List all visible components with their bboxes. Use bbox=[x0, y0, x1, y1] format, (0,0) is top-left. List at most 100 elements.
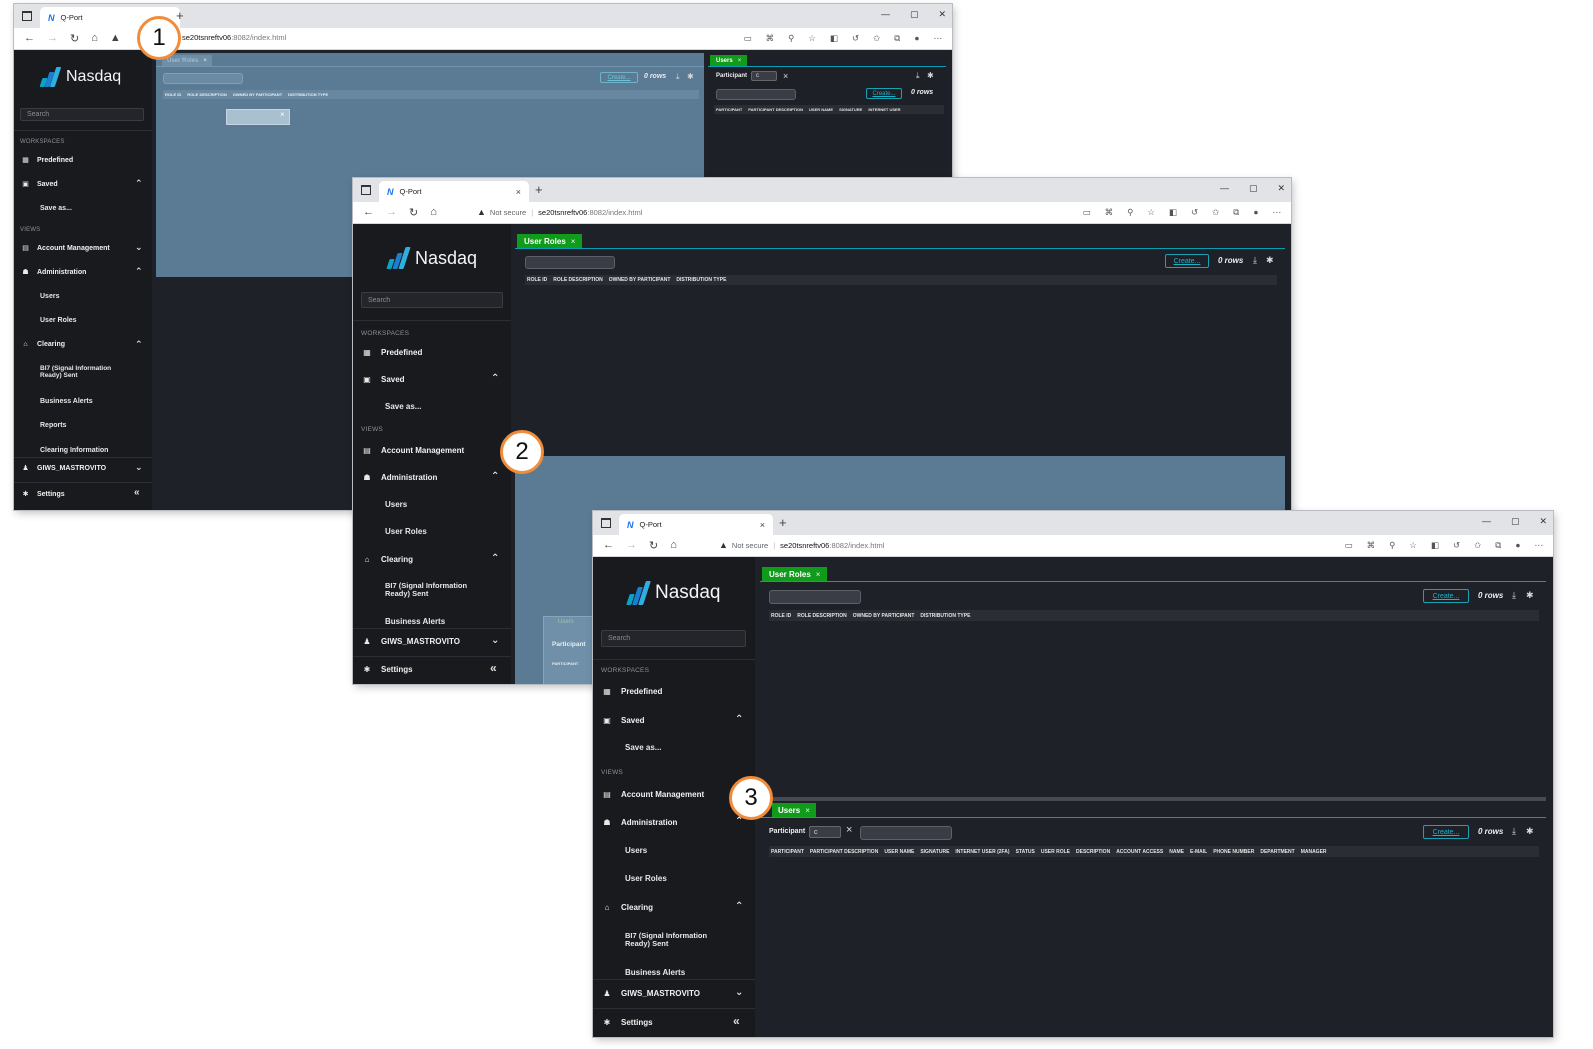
close-window-icon[interactable]: ✕ bbox=[938, 9, 946, 20]
apps-icon[interactable]: ⌘ bbox=[1105, 207, 1114, 218]
sidebar-item-bi7[interactable]: BI7 (Signal Information Ready) Sent bbox=[625, 932, 729, 948]
close-icon[interactable]: × bbox=[571, 237, 576, 246]
key-icon[interactable]: ⚲ bbox=[1127, 207, 1133, 218]
create-button[interactable]: Create... bbox=[1423, 589, 1469, 603]
filter-input[interactable] bbox=[525, 256, 615, 269]
column-header[interactable]: ROLE ID bbox=[165, 92, 181, 97]
sidebar-item-predefined[interactable]: ▦ Predefined bbox=[20, 156, 73, 165]
close-icon[interactable]: × bbox=[805, 806, 810, 815]
column-header[interactable]: DISTRIBUTION TYPE bbox=[676, 277, 726, 283]
maximize-icon[interactable]: ▢ bbox=[1511, 516, 1520, 527]
refresh-ext-icon[interactable]: ↺ bbox=[1191, 207, 1198, 218]
column-header[interactable]: STATUS bbox=[1016, 849, 1035, 855]
extension-icon[interactable]: ◧ bbox=[1169, 207, 1177, 218]
sidebar-item-account-management[interactable]: ▤ Account Management bbox=[20, 244, 110, 253]
home-icon[interactable]: ⌂ bbox=[670, 539, 677, 552]
chevron-down-icon[interactable]: ⌄ bbox=[135, 242, 143, 253]
close-icon[interactable]: × bbox=[203, 58, 207, 64]
sidebar-item-clearing-information[interactable]: Clearing Information bbox=[40, 447, 108, 454]
chevron-up-icon[interactable]: ⌃ bbox=[735, 714, 743, 725]
favorite-icon[interactable]: ☆ bbox=[1409, 540, 1417, 551]
sidebar-item-business-alerts[interactable]: Business Alerts bbox=[40, 398, 93, 405]
forward-icon[interactable]: → bbox=[47, 32, 58, 45]
column-header[interactable]: PARTICIPANT DESCRIPTION bbox=[810, 849, 878, 855]
refresh-ext-icon[interactable]: ↺ bbox=[1453, 540, 1460, 551]
column-header[interactable]: USER NAME bbox=[809, 107, 833, 112]
column-header[interactable]: INTERNET USER (2FA) bbox=[955, 849, 1009, 855]
new-tab-button[interactable]: + bbox=[779, 515, 787, 530]
column-header[interactable]: INTERNET USER bbox=[868, 107, 900, 112]
collections-icon[interactable]: ⧉ bbox=[894, 33, 900, 44]
sidebar-item-administration[interactable]: ☗ Administration bbox=[20, 268, 86, 277]
download-icon[interactable]: ⤓ bbox=[1512, 590, 1516, 601]
profile-icon[interactable]: ● bbox=[914, 33, 919, 44]
sidebar-item-users[interactable]: Users bbox=[625, 846, 647, 855]
reader-icon[interactable]: ▭ bbox=[1345, 540, 1353, 551]
column-header[interactable]: ROLE ID bbox=[527, 277, 547, 283]
sidebar-item-predefined[interactable]: ▦ Predefined bbox=[601, 687, 662, 696]
participant-field[interactable]: c bbox=[809, 826, 841, 838]
column-header[interactable]: MANAGER bbox=[1301, 849, 1327, 855]
chevron-up-icon[interactable]: ⌃ bbox=[491, 471, 499, 482]
collapse-sidebar-icon[interactable]: « bbox=[733, 1014, 740, 1028]
column-header[interactable]: ROLE DESCRIPTION bbox=[187, 92, 227, 97]
extension-icon[interactable]: ◧ bbox=[1431, 540, 1439, 551]
sidebar-item-users[interactable]: Users bbox=[385, 500, 407, 509]
column-header[interactable]: PHONE NUMBER bbox=[1213, 849, 1254, 855]
apps-icon[interactable]: ⌘ bbox=[766, 33, 775, 44]
close-window-icon[interactable]: ✕ bbox=[1539, 516, 1547, 527]
column-header[interactable]: PARTICIPANT bbox=[771, 849, 804, 855]
download-icon[interactable]: ⤓ bbox=[916, 71, 920, 81]
minimize-icon[interactable]: — bbox=[1482, 516, 1491, 527]
sidebar-item-bi7[interactable]: BI7 (Signal Information Ready) Sent bbox=[40, 365, 126, 380]
sidebar-item-user-roles[interactable]: User Roles bbox=[385, 527, 427, 536]
extension-icon[interactable]: ◧ bbox=[830, 33, 838, 44]
minimize-icon[interactable]: — bbox=[881, 9, 890, 20]
favorites-icon[interactable]: ✩ bbox=[873, 33, 880, 44]
new-tab-button[interactable]: + bbox=[176, 8, 184, 23]
column-header[interactable]: E-MAIL bbox=[1190, 849, 1207, 855]
chevron-down-icon[interactable]: ⌄ bbox=[135, 462, 143, 473]
sidebar-item-clearing[interactable]: ⌂ Clearing bbox=[601, 903, 653, 912]
back-icon[interactable]: ← bbox=[24, 32, 35, 45]
sidebar-item-administration[interactable]: ☗ Administration bbox=[361, 473, 437, 482]
filter-input[interactable] bbox=[769, 590, 861, 604]
clear-icon[interactable]: × bbox=[783, 71, 788, 81]
sidebar-item-save-as[interactable]: Save as... bbox=[625, 743, 661, 752]
create-button[interactable]: Create... bbox=[866, 88, 902, 99]
collections-icon[interactable]: ⧉ bbox=[1495, 540, 1501, 551]
refresh-ext-icon[interactable]: ↺ bbox=[852, 33, 859, 44]
tab-users[interactable]: Users × bbox=[772, 803, 816, 817]
gear-icon[interactable]: ✱ bbox=[1526, 590, 1534, 601]
sidebar-search-input[interactable]: Search bbox=[361, 292, 503, 308]
reload-icon[interactable]: ↻ bbox=[649, 539, 658, 552]
filter-input[interactable] bbox=[716, 89, 796, 100]
collapse-sidebar-icon[interactable]: « bbox=[490, 661, 497, 675]
chevron-up-icon[interactable]: ⌃ bbox=[491, 373, 499, 384]
more-icon[interactable]: ⋯ bbox=[1273, 207, 1282, 218]
filter-input[interactable] bbox=[860, 826, 952, 840]
chevron-up-icon[interactable]: ⌃ bbox=[135, 178, 143, 189]
favorites-icon[interactable]: ✩ bbox=[1474, 540, 1481, 551]
browser-tab[interactable]: N Q-Port × bbox=[379, 181, 529, 202]
chevron-up-icon[interactable]: ⌃ bbox=[735, 901, 743, 912]
column-header[interactable]: OWNED BY PARTICIPANT bbox=[609, 277, 671, 283]
sidebar-item-business-alerts[interactable]: Business Alerts bbox=[385, 617, 445, 626]
more-icon[interactable]: ⋯ bbox=[1535, 540, 1544, 551]
column-header[interactable]: DESCRIPTION bbox=[1076, 849, 1110, 855]
column-header[interactable]: NAME bbox=[1169, 849, 1184, 855]
sidebar-item-user-roles[interactable]: User Roles bbox=[625, 874, 667, 883]
column-header[interactable]: PARTICIPANT DESCRIPTION bbox=[748, 107, 803, 112]
tab-actions-icon[interactable] bbox=[361, 185, 371, 195]
maximize-icon[interactable]: ▢ bbox=[1249, 183, 1258, 194]
forward-icon[interactable]: → bbox=[626, 539, 637, 552]
column-header[interactable]: ROLE DESCRIPTION bbox=[553, 277, 602, 283]
sidebar-item-reports[interactable]: Reports bbox=[40, 422, 66, 429]
chevron-up-icon[interactable]: ⌃ bbox=[491, 553, 499, 564]
column-header[interactable]: DEPARTMENT bbox=[1260, 849, 1294, 855]
sidebar-item-clearing[interactable]: ⌂ Clearing bbox=[20, 341, 65, 348]
sidebar-item-user-roles[interactable]: User Roles bbox=[40, 317, 77, 324]
sidebar-item-saved[interactable]: ▣ Saved bbox=[361, 375, 404, 384]
chevron-down-icon[interactable]: ⌄ bbox=[491, 635, 499, 646]
maximize-icon[interactable]: ▢ bbox=[910, 9, 919, 20]
